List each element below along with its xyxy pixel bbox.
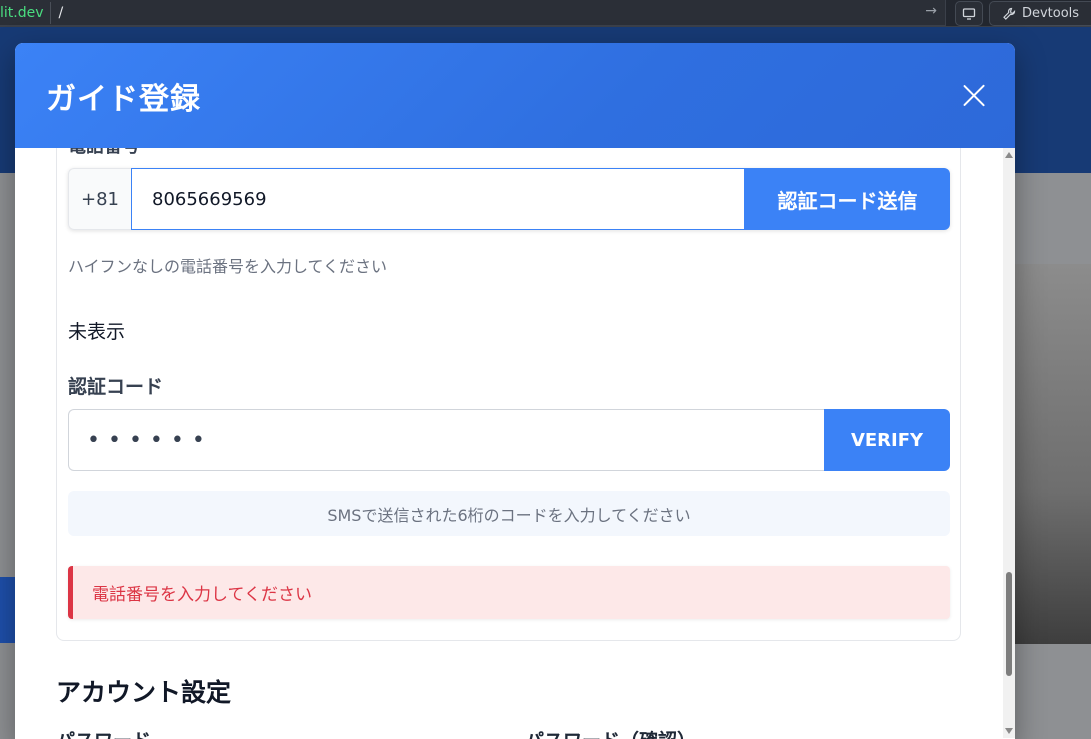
url-host: lit.dev [0,4,44,21]
url-path: / [58,4,64,21]
url-divider [49,1,51,24]
scrollbar-thumb[interactable] [1006,572,1012,676]
send-code-button[interactable]: 認証コード送信 [745,168,950,230]
verification-code-input[interactable] [68,409,824,471]
verification-code-label: 認証コード [68,376,164,398]
devtools-button[interactable]: Devtools [989,1,1091,26]
wrench-icon [1003,7,1016,20]
address-bar[interactable]: lit.dev / → [0,0,946,26]
verification-info: SMSで送信された6桁のコードを入力してください [68,491,950,536]
modal-header: ガイド登録 [15,43,1015,148]
scrollbar[interactable] [1003,148,1015,738]
monitor-icon [962,7,976,20]
devtools-label: Devtools [1021,6,1080,21]
phone-input-group: +81 認証コード送信 [68,168,950,230]
monitor-button[interactable] [955,1,983,26]
arrow-right-icon[interactable]: → [925,3,937,19]
verification-input-group: VERIFY [68,409,950,471]
phone-hint: ハイフンなしの電話番号を入力してください [68,257,388,276]
background-photo [1015,264,1091,644]
account-section-title: アカウント設定 [56,678,232,707]
password-confirm-label: パスワード（確認） [525,726,696,739]
password-label: パスワード [56,726,151,739]
verify-button[interactable]: VERIFY [824,409,950,471]
modal-body: 電話番号 +81 認証コード送信 ハイフンなしの電話番号を入力してください 未表… [15,148,1015,739]
phone-input[interactable] [131,168,745,230]
scroll-down-icon[interactable] [1005,728,1013,734]
scroll-up-icon[interactable] [1005,152,1013,158]
country-code: +81 [68,168,131,230]
guide-registration-modal: ガイド登録 電話番号 +81 認証コード送信 ハイフンなしの電話番号を入力してく… [15,43,1015,739]
modal-title: ガイド登録 [46,81,201,117]
close-icon[interactable] [959,80,989,110]
error-alert: 電話番号を入力してください [68,566,950,619]
browser-toolbar: lit.dev / → Devtools [0,0,1091,27]
phone-label: 電話番号 [68,148,140,158]
status-text: 未表示 [68,321,126,343]
